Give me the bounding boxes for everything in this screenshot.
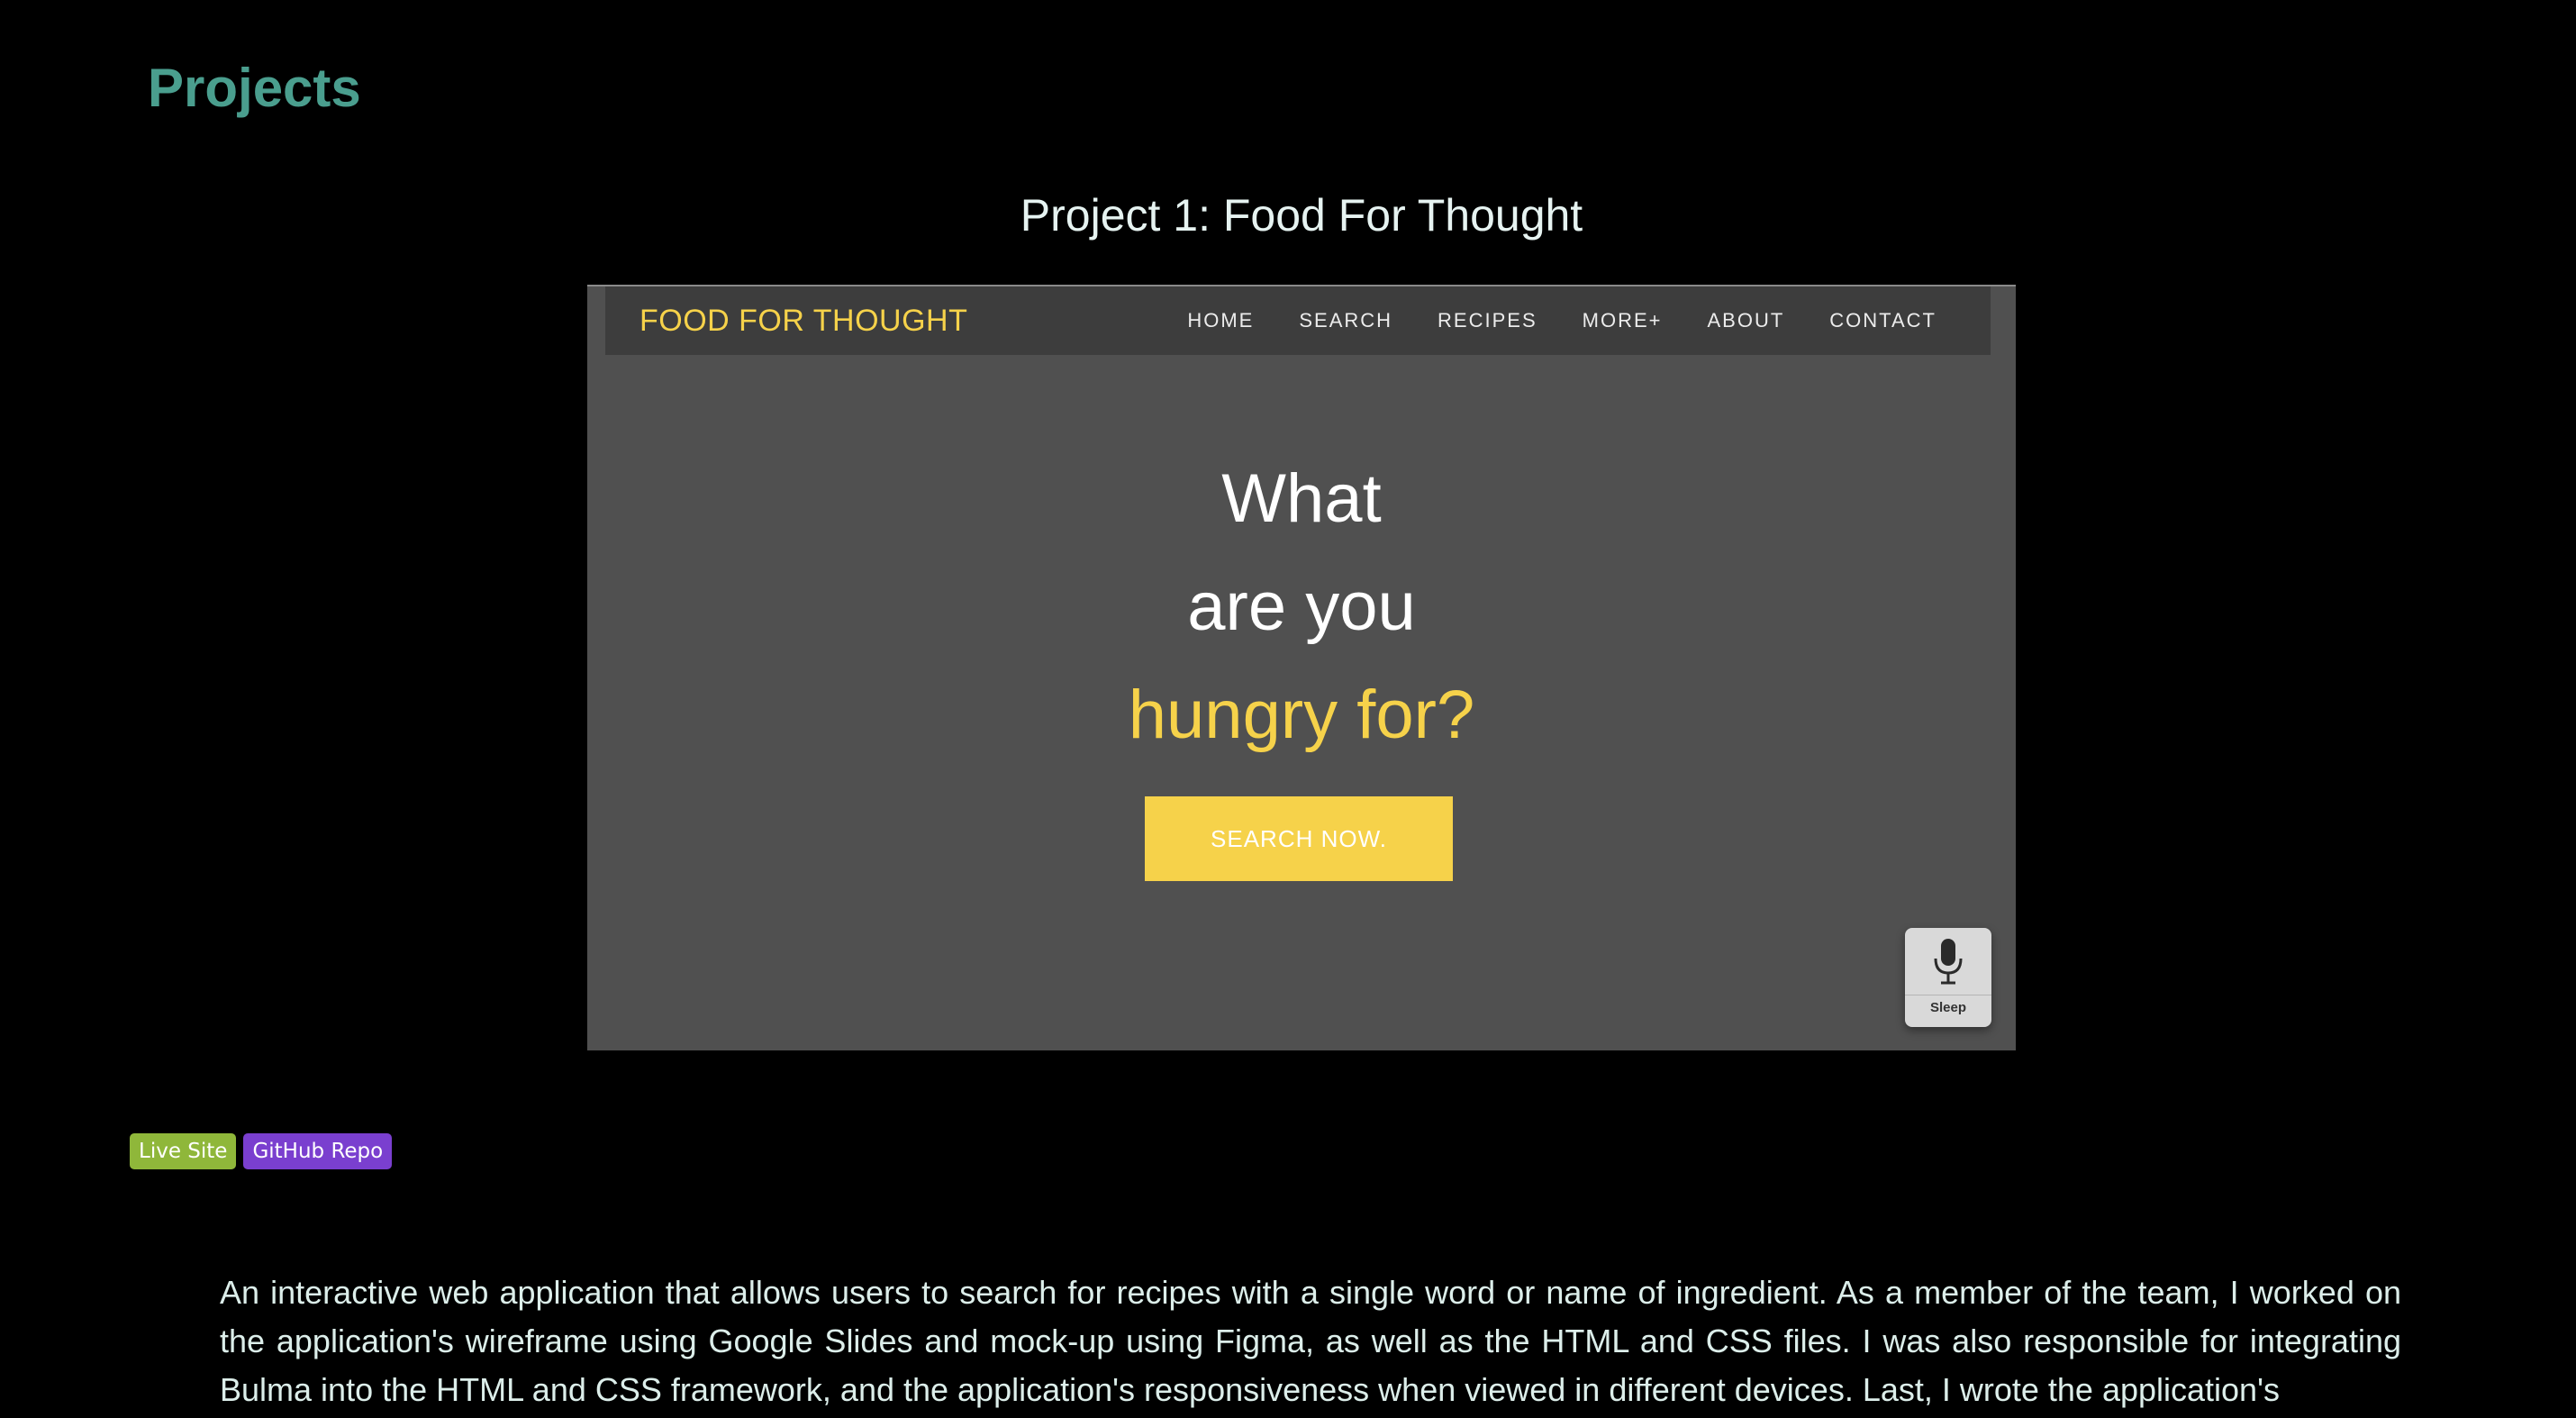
- section-heading: Projects: [148, 58, 361, 118]
- screenshot-nav-links: HOME SEARCH RECIPES MORE+ ABOUT CONTACT: [1187, 286, 1937, 355]
- project-screenshot: FOOD FOR THOUGHT HOME SEARCH RECIPES MOR…: [587, 285, 2016, 1050]
- screenshot-nav-contact: CONTACT: [1829, 309, 1937, 332]
- project-title: Project 1: Food For Thought: [1020, 190, 1583, 241]
- screenshot-nav-recipes: RECIPES: [1438, 309, 1537, 332]
- hero-line-3: hungry for?: [1128, 677, 1475, 753]
- portfolio-page: Projects Project 1: Food For Thought FOO…: [0, 0, 2576, 1418]
- hero-line-2: are you: [1187, 568, 1416, 645]
- screenshot-navbar: FOOD FOR THOUGHT HOME SEARCH RECIPES MOR…: [605, 286, 1991, 355]
- voice-widget-label: Sleep: [1929, 1000, 1967, 1015]
- live-site-badge[interactable]: Live Site: [130, 1133, 237, 1169]
- search-now-button: SEARCH NOW.: [1145, 796, 1453, 881]
- github-repo-badge[interactable]: GitHub Repo: [243, 1133, 393, 1169]
- screenshot-nav-home: HOME: [1187, 309, 1255, 332]
- hero-line-1: What: [1221, 460, 1382, 537]
- screenshot-nav-search: SEARCH: [1299, 309, 1393, 332]
- microphone-icon: [1934, 939, 1963, 985]
- project-links: Live Site GitHub Repo: [130, 1133, 393, 1169]
- screenshot-brand: FOOD FOR THOUGHT: [639, 304, 968, 338]
- project-description: An interactive web application that allo…: [220, 1274, 2401, 1408]
- screenshot-nav-about: ABOUT: [1707, 309, 1785, 332]
- screenshot-nav-more: MORE+: [1582, 309, 1663, 332]
- voice-widget: Sleep: [1905, 928, 1991, 1027]
